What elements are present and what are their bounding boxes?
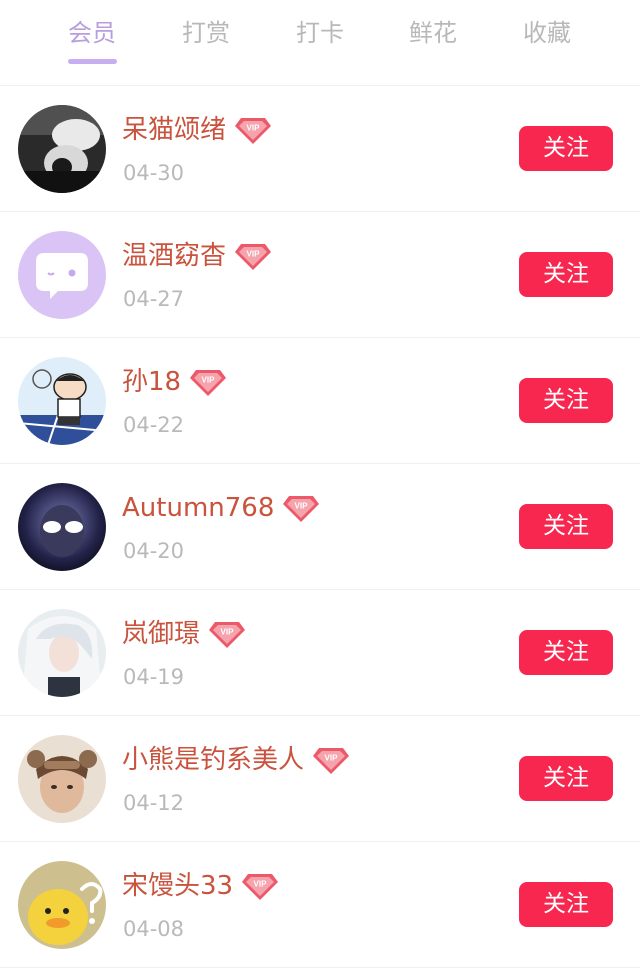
join-date: 04-19 xyxy=(123,665,185,689)
follow-button[interactable]: 关注 xyxy=(519,882,613,927)
vip-diamond-icon: VIP xyxy=(235,244,272,270)
tab-flowers[interactable]: 鲜花 xyxy=(383,16,483,50)
svg-text:VIP: VIP xyxy=(254,880,268,889)
vip-diamond-icon: VIP xyxy=(242,874,279,900)
svg-text:VIP: VIP xyxy=(221,628,235,637)
svg-text:VIP: VIP xyxy=(247,124,261,133)
member-name[interactable]: 宋馒头33 xyxy=(122,868,233,904)
tab-favorites[interactable]: 收藏 xyxy=(497,16,597,50)
member-name[interactable]: 孙18 xyxy=(122,364,181,400)
vip-diamond-icon: VIP xyxy=(313,748,350,774)
list-item[interactable]: Autumn768 VIP 04-20 关注 xyxy=(0,464,640,590)
tab-members[interactable]: 会员 xyxy=(42,16,142,50)
follow-button[interactable]: 关注 xyxy=(519,126,613,171)
list-item[interactable]: 岚御璟 VIP 04-19 关注 xyxy=(0,590,640,716)
avatar[interactable] xyxy=(18,735,106,823)
tab-checkin[interactable]: 打卡 xyxy=(270,16,370,50)
svg-text:VIP: VIP xyxy=(295,502,309,511)
list-item[interactable]: 小熊是钓系美人 VIP 04-12 关注 xyxy=(0,716,640,842)
follow-button[interactable]: 关注 xyxy=(519,252,613,297)
follow-button[interactable]: 关注 xyxy=(519,378,613,423)
join-date: 04-20 xyxy=(123,539,185,563)
list-item[interactable]: 温酒窈杳 VIP 04-27 关注 xyxy=(0,212,640,338)
vip-diamond-icon: VIP xyxy=(235,118,272,144)
avatar[interactable] xyxy=(18,105,106,193)
follow-button[interactable]: 关注 xyxy=(519,504,613,549)
member-name[interactable]: 温酒窈杳 xyxy=(122,238,226,274)
list-item[interactable]: 宋馒头33 VIP 04-08 关注 xyxy=(0,842,640,968)
tab-rewards[interactable]: 打赏 xyxy=(156,16,256,50)
join-date: 04-08 xyxy=(123,917,185,941)
avatar[interactable] xyxy=(18,861,106,949)
vip-diamond-icon: VIP xyxy=(283,496,320,522)
active-tab-indicator xyxy=(68,59,117,64)
list-item[interactable]: 孙18 VIP 04-22 关注 xyxy=(0,338,640,464)
svg-text:VIP: VIP xyxy=(202,376,216,385)
list-item[interactable]: 呆猫颂绪 VIP 04-30 关注 xyxy=(0,86,640,212)
member-name[interactable]: 小熊是钓系美人 xyxy=(122,742,304,778)
member-list: 呆猫颂绪 VIP 04-30 关注 温酒窈杳 VIP 04-27 关注 孙18 … xyxy=(0,86,640,968)
member-name[interactable]: Autumn768 xyxy=(122,490,274,526)
join-date: 04-30 xyxy=(123,161,185,185)
avatar[interactable] xyxy=(18,231,106,319)
svg-text:VIP: VIP xyxy=(247,250,261,259)
member-name[interactable]: 呆猫颂绪 xyxy=(122,112,226,148)
follow-button[interactable]: 关注 xyxy=(519,756,613,801)
follow-button[interactable]: 关注 xyxy=(519,630,613,675)
join-date: 04-27 xyxy=(123,287,185,311)
svg-text:VIP: VIP xyxy=(325,754,339,763)
vip-diamond-icon: VIP xyxy=(209,622,246,648)
vip-diamond-icon: VIP xyxy=(190,370,227,396)
member-name[interactable]: 岚御璟 xyxy=(122,616,200,652)
avatar[interactable] xyxy=(18,483,106,571)
join-date: 04-12 xyxy=(123,791,185,815)
avatar[interactable] xyxy=(18,357,106,445)
tab-bar: 会员 打赏 打卡 鲜花 收藏 xyxy=(0,0,640,86)
join-date: 04-22 xyxy=(123,413,185,437)
avatar[interactable] xyxy=(18,609,106,697)
